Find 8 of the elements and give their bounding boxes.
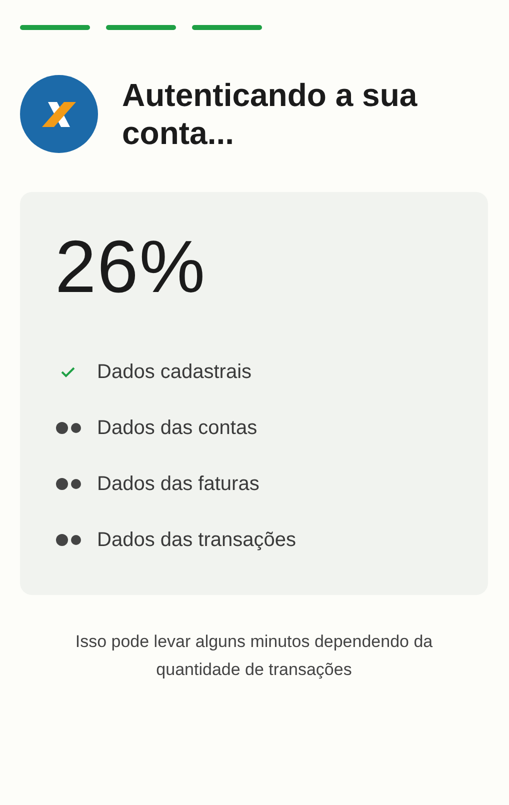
step-label: Dados das transações [97, 528, 296, 553]
page-title: Autenticando a sua conta... [122, 76, 418, 152]
step-label: Dados das contas [97, 416, 258, 441]
step-label: Dados cadastrais [97, 360, 252, 385]
percentage-value: 26% [55, 230, 208, 304]
step-label: Dados das faturas [97, 472, 260, 497]
info-text: Isso pode levar alguns minutos dependendo da quantidade de transações [74, 631, 434, 681]
bank-logo-icon [20, 75, 98, 153]
